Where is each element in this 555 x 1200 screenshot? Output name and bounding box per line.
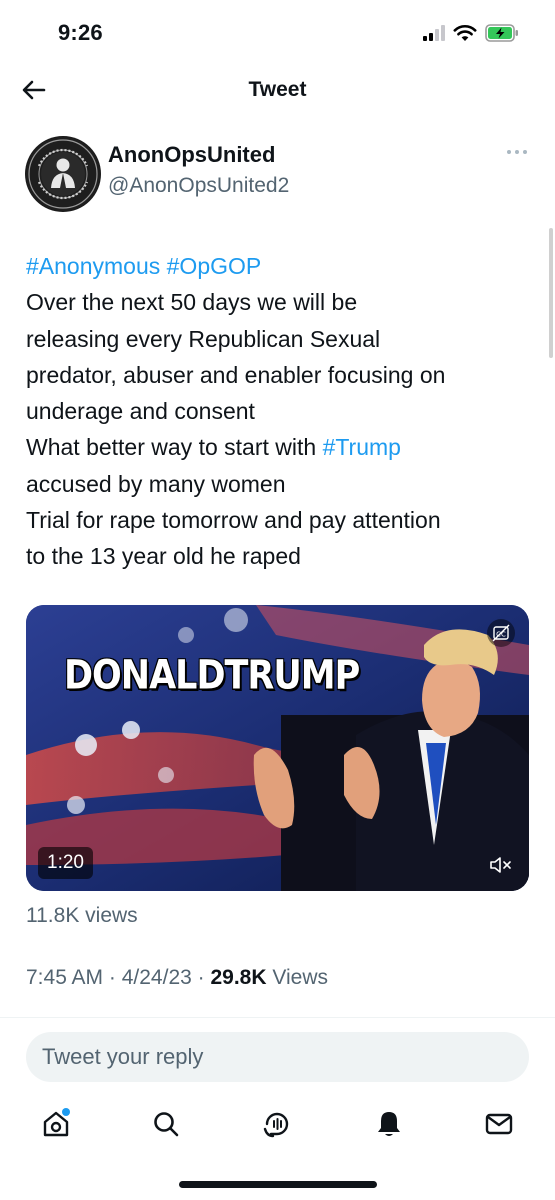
tweet-text-line: Trial for rape tomorrow and pay attentio…: [26, 502, 531, 538]
hashtag-link[interactable]: #OpGOP: [167, 253, 262, 279]
tweet-text-segment: accused by many women: [26, 470, 286, 497]
search-icon: [154, 1112, 179, 1137]
reply-input[interactable]: [26, 1032, 529, 1082]
meta-separator: ·: [191, 966, 211, 989]
cellular-signal-icon: [423, 25, 445, 41]
video-duration: 1:20: [38, 847, 93, 879]
status-bar: 9:26: [0, 0, 555, 64]
notifications-icon: [378, 1112, 400, 1136]
bottom-tab-bar: [0, 1096, 555, 1156]
tweet-text: #Anonymous #OpGOP Over the next 50 days w…: [26, 248, 531, 575]
scrollbar[interactable]: [549, 228, 553, 358]
spaces-icon: [263, 1112, 289, 1138]
tweet-text-line: accused by many women: [26, 466, 531, 502]
hashtag-link[interactable]: #Anonymous: [26, 253, 160, 279]
reply-bar[interactable]: [26, 1032, 529, 1082]
muted-speaker-icon[interactable]: [487, 853, 515, 877]
tweet-text-segment: to the 13 year old he raped: [26, 543, 301, 570]
captions-icon[interactable]: CC: [487, 619, 515, 647]
tweet-text-segment: Over the next 50 days we will be: [26, 289, 358, 316]
video-thumbnail: [26, 605, 529, 891]
tab-home[interactable]: [36, 1104, 76, 1144]
user-handle[interactable]: @AnonOpsUnited2: [108, 174, 289, 198]
status-icons: [423, 24, 519, 42]
tweet-text-line: to the 13 year old he raped: [26, 538, 531, 574]
home-indicator: [179, 1181, 377, 1188]
tweet-date: 4/24/23: [121, 966, 192, 989]
page-title: Tweet: [248, 78, 307, 101]
tweet-text-segment: Trial for rape tomorrow and pay attentio…: [26, 507, 441, 534]
tab-messages[interactable]: [479, 1104, 519, 1144]
battery-charging-icon: [485, 24, 518, 42]
tweet-text-line: What better way to start with #Trump: [26, 429, 531, 465]
tab-notifications[interactable]: [369, 1104, 409, 1144]
hashtag-link[interactable]: #Trump: [323, 434, 401, 460]
video-player[interactable]: DONALDTRUMP CC 1:20: [26, 605, 529, 891]
divider: [0, 1017, 555, 1018]
tab-search[interactable]: [146, 1104, 186, 1144]
anonymous-logo-image: [26, 137, 100, 211]
wifi-icon: [453, 24, 477, 41]
status-time: 9:26: [58, 20, 103, 45]
tweet-meta: 7:45 AM · 4/24/23 · 29.8K Views: [26, 966, 328, 990]
meta-separator: ·: [103, 966, 122, 989]
user-display-name[interactable]: AnonOpsUnited: [108, 142, 275, 168]
tweet-text-line: #Anonymous #OpGOP: [26, 248, 531, 284]
tweet-text-line: Over the next 50 days we will be: [26, 284, 531, 320]
video-view-count: 11.8K views: [26, 904, 138, 927]
tweet-text-segment: underage and consent: [26, 398, 255, 425]
top-nav: Tweet: [0, 64, 555, 116]
tweet-text-line: underage and consent: [26, 393, 531, 429]
avatar[interactable]: [25, 136, 101, 212]
tweet-views-label: Views: [272, 966, 329, 989]
tweet-time: 7:45 AM: [26, 966, 104, 989]
notification-dot: [62, 1108, 70, 1116]
tweet-view-count[interactable]: 29.8K: [210, 966, 266, 989]
tweet-text-segment: What better way to start with: [26, 434, 323, 461]
more-options-icon[interactable]: [505, 147, 529, 157]
tab-spaces[interactable]: [257, 1104, 297, 1144]
tweet-text-segment: predator, abuser and enabler focusing on: [26, 361, 446, 388]
tweet-text-line: predator, abuser and enabler focusing on: [26, 357, 531, 393]
tweet-text-line: releasing every Republican Sexual: [26, 321, 531, 357]
messages-icon: [485, 1113, 513, 1135]
video-caption-overlay: DONALDTRUMP: [64, 653, 360, 699]
tweet-text-segment: releasing every Republican Sexual: [26, 325, 381, 352]
